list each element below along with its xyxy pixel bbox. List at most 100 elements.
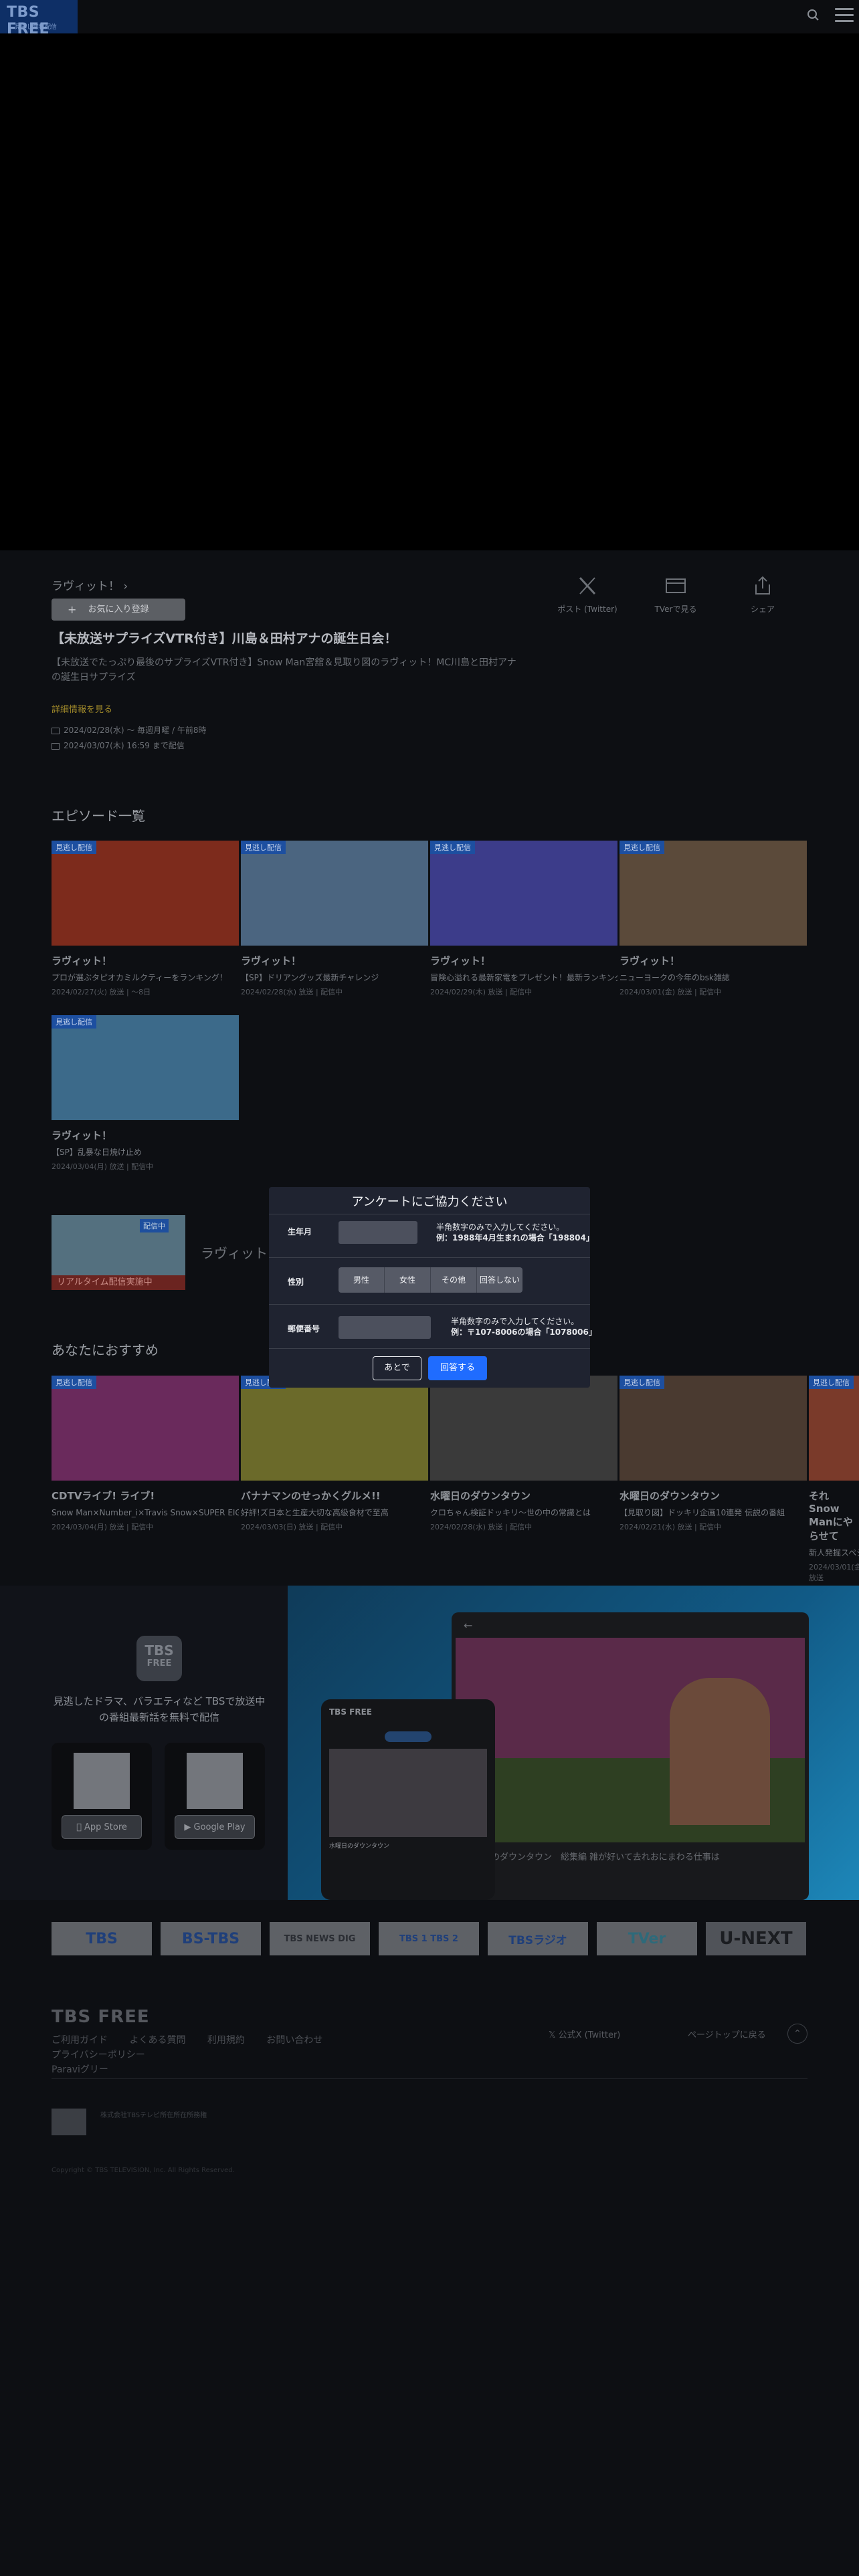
share-x-button[interactable]: ポスト (Twitter) [554, 572, 621, 615]
episode-description: 【未放送でたっぷり最後のサプライズVTR付き】Snow Man宮舘＆見取り図のラ… [52, 657, 516, 683]
card-title: ラヴィット！ [619, 955, 680, 967]
x-logo-icon: 𝕏 [549, 2030, 559, 2040]
gender-option-female[interactable]: 女性 [385, 1267, 431, 1293]
share-x-label: ポスト (Twitter) [557, 605, 617, 614]
recommend-thumbnail: 見逃し配信 [619, 1376, 807, 1481]
tv-screen-image [456, 1638, 805, 1842]
recommend-card[interactable]: 見逃し配信 バナナマンのせっかくグルメ!! 好評!ズ日本と生産大切な高級食材で至… [241, 1376, 428, 1532]
status-badge: 見逃し配信 [809, 1376, 854, 1389]
tbs-free-logo[interactable]: TBS FREE 見逃し無料配信 [0, 0, 78, 37]
broadcast-info: 2024/02/28(水) ～ 毎週月曜 / 午前8時 [52, 724, 206, 736]
qr-code-icon [187, 1753, 243, 1809]
logo-sub-text: 見逃し無料配信 [15, 24, 58, 31]
more-info-link[interactable]: 詳細情報を見る [52, 702, 112, 715]
card-subtitle: 【見取り図】ドッキリ企画10連発 伝説の番組 [619, 1508, 785, 1517]
footer-link-faq[interactable]: よくある質問 [129, 2035, 185, 2046]
card-title: ラヴィット！ [241, 955, 302, 967]
footer-link-terms[interactable]: 利用規約 [207, 2035, 245, 2046]
card-title: 水曜日のダウンタウン [619, 1490, 721, 1502]
calendar-icon [52, 742, 60, 750]
card-date: 2024/02/29(木) 放送 | 配信中 [430, 988, 533, 996]
submit-button[interactable]: 回答する [428, 1356, 487, 1380]
footer-link-paravi[interactable]: Paraviグリー [52, 2064, 108, 2075]
share-button[interactable]: シェア [729, 572, 796, 615]
card-date: 2024/03/01(金) 放送 | 配信中 [619, 988, 722, 996]
footer-link-contact[interactable]: お問い合わせ [266, 2035, 322, 2046]
phone-mockup: TBS FREE 水曜日のダウンタウン [321, 1699, 495, 1900]
footer-logo[interactable]: TBS FREE [52, 2007, 150, 2027]
episode-card[interactable]: 見逃し配信 ラヴィット！ プロが選ぶタピオカミルクティーをランキング！ 2024… [52, 841, 239, 997]
phone-caption: 水曜日のダウンタウン [329, 1843, 390, 1850]
card-subtitle: 新人発掘スペシャル [809, 1548, 859, 1558]
recommend-card[interactable]: 見逃し配信 CDTVライブ! ライブ! Snow Man×Number_i×Tr… [52, 1376, 239, 1532]
logo-main-text: TBS FREE [7, 4, 50, 37]
search-icon[interactable] [805, 7, 822, 24]
card-subtitle: 【SP】ドリアングッズ最新チャレンジ [241, 973, 379, 982]
status-badge: 見逃し配信 [52, 1376, 96, 1389]
page-top-link[interactable]: ページトップに戻る [688, 2028, 766, 2040]
tv-caption: 水曜日のダウンタウン 総集編 雑が好いて去れおにまわる仕事は [465, 1852, 720, 1862]
footer-link-privacy[interactable]: プライバシーポリシー [52, 2050, 145, 2060]
card-date: 2024/02/28(水) 放送 | 配信中 [430, 1523, 533, 1531]
channel-u-next[interactable]: U-NEXT [706, 1922, 806, 1955]
license-badge-text: 株式会社TBSテレビ所在所在所務権 [100, 2112, 207, 2119]
live-label: リアルタイム配信実施中 [52, 1275, 185, 1290]
gender-option-no-answer[interactable]: 回答しない [477, 1267, 522, 1293]
series-link[interactable]: ラヴィット！ › [52, 576, 128, 593]
card-subtitle: 冒険心溢れる最新家電をプレゼント！最新ランキング [430, 973, 617, 982]
channel-bs-tbs[interactable]: BS-TBS [161, 1922, 261, 1955]
share-icon [729, 572, 796, 599]
later-button[interactable]: あとで [373, 1356, 421, 1380]
status-badge: 見逃し配信 [619, 841, 664, 854]
status-badge: 見逃し配信 [430, 841, 475, 854]
video-player[interactable] [0, 33, 859, 550]
footer-divider [52, 2078, 807, 2079]
channel-tbs-radio[interactable]: TBSラジオ [488, 1922, 588, 1955]
google-play-button[interactable]: ▶ Google Play [175, 1815, 255, 1839]
episode-thumbnail: 見逃し配信 [52, 1015, 239, 1120]
channel-tbs[interactable]: TBS [52, 1922, 152, 1955]
channel-tbs1-tbs2[interactable]: TBS 1 TBS 2 [379, 1922, 479, 1955]
footer-link-guide[interactable]: ご利用ガイド [52, 2035, 108, 2046]
channel-tver[interactable]: TVer [597, 1922, 697, 1955]
availability-info: 2024/03/07(木) 16:59 まで配信 [52, 740, 185, 751]
card-date: 2024/03/03(日) 放送 | 配信中 [241, 1523, 343, 1531]
gender-label: 性別 [288, 1277, 304, 1287]
episode-card[interactable]: 見逃し配信 ラヴィット！ 【SP】乱暴な日焼け止め 2024/03/04(月) … [52, 1015, 239, 1172]
episode-card[interactable]: 見逃し配信 ラヴィット！ 冒険心溢れる最新家電をプレゼント！最新ランキング 20… [430, 841, 617, 997]
episodes-section-title: エピソード一覧 [52, 808, 145, 824]
modal-divider [269, 1304, 590, 1305]
episode-card[interactable]: 見逃し配信 ラヴィット！ 【SP】ドリアングッズ最新チャレンジ 2024/02/… [241, 841, 428, 997]
plus-icon: + [68, 603, 77, 616]
survey-title: アンケートにご協力ください [351, 1195, 508, 1209]
live-thumbnail[interactable]: 配信中 リアルタイム配信実施中 [52, 1215, 185, 1290]
modal-divider [269, 1348, 590, 1349]
card-title: CDTVライブ! ライブ! [52, 1490, 155, 1502]
card-title: それSnow Manにやらせて [809, 1490, 853, 1542]
qr-code-icon [74, 1753, 130, 1809]
zip-input[interactable] [339, 1316, 431, 1339]
episode-card[interactable]: 見逃し配信 ラヴィット！ ニューヨークの今年のbsk雑誌 2024/03/01(… [619, 841, 807, 997]
hamburger-menu-icon[interactable] [835, 8, 854, 23]
tver-button[interactable]: TVerで見る [642, 572, 709, 615]
footer-x-link[interactable]: 𝕏 公式X (Twitter) [549, 2028, 620, 2040]
card-title: バナナマンのせっかくグルメ!! [241, 1490, 381, 1502]
birth-hint-line1: 半角数字のみで入力してください。 [436, 1222, 565, 1232]
app-store-button[interactable]:  App Store [62, 1815, 142, 1839]
gender-option-male[interactable]: 男性 [339, 1267, 385, 1293]
recommend-card[interactable]: 見逃し配信 水曜日のダウンタウン 【見取り図】ドッキリ企画10連発 伝説の番組 … [619, 1376, 807, 1532]
favorite-button[interactable]: + お気に入り登録 [52, 599, 185, 621]
series-name: ラヴィット！ [52, 580, 120, 593]
birth-input[interactable] [339, 1221, 417, 1244]
recommend-card[interactable]: 見逃し配信 それSnow Manにやらせて 新人発掘スペシャル 2024/03/… [809, 1376, 859, 1583]
recommend-thumbnail: 見逃し配信 [809, 1376, 859, 1481]
license-badge-icon [52, 2109, 86, 2135]
chevron-right-icon: › [123, 580, 128, 593]
app-logo: TBS FREE [136, 1636, 182, 1681]
gender-option-other[interactable]: その他 [431, 1267, 477, 1293]
recommend-card[interactable]: 水曜日のダウンタウン クロちゃん検証ドッキリ〜世の中の常識とは 2024/02/… [430, 1376, 617, 1532]
channel-news-dig[interactable]: TBS NEWS DIG [270, 1922, 370, 1955]
episode-thumbnail: 見逃し配信 [619, 841, 807, 946]
arrow-up-icon[interactable]: ⌃ [787, 2024, 807, 2044]
site-footer: TBS FREE ご利用ガイド よくある質問 利用規約 お問い合わせ プライバシ… [0, 1978, 859, 2576]
